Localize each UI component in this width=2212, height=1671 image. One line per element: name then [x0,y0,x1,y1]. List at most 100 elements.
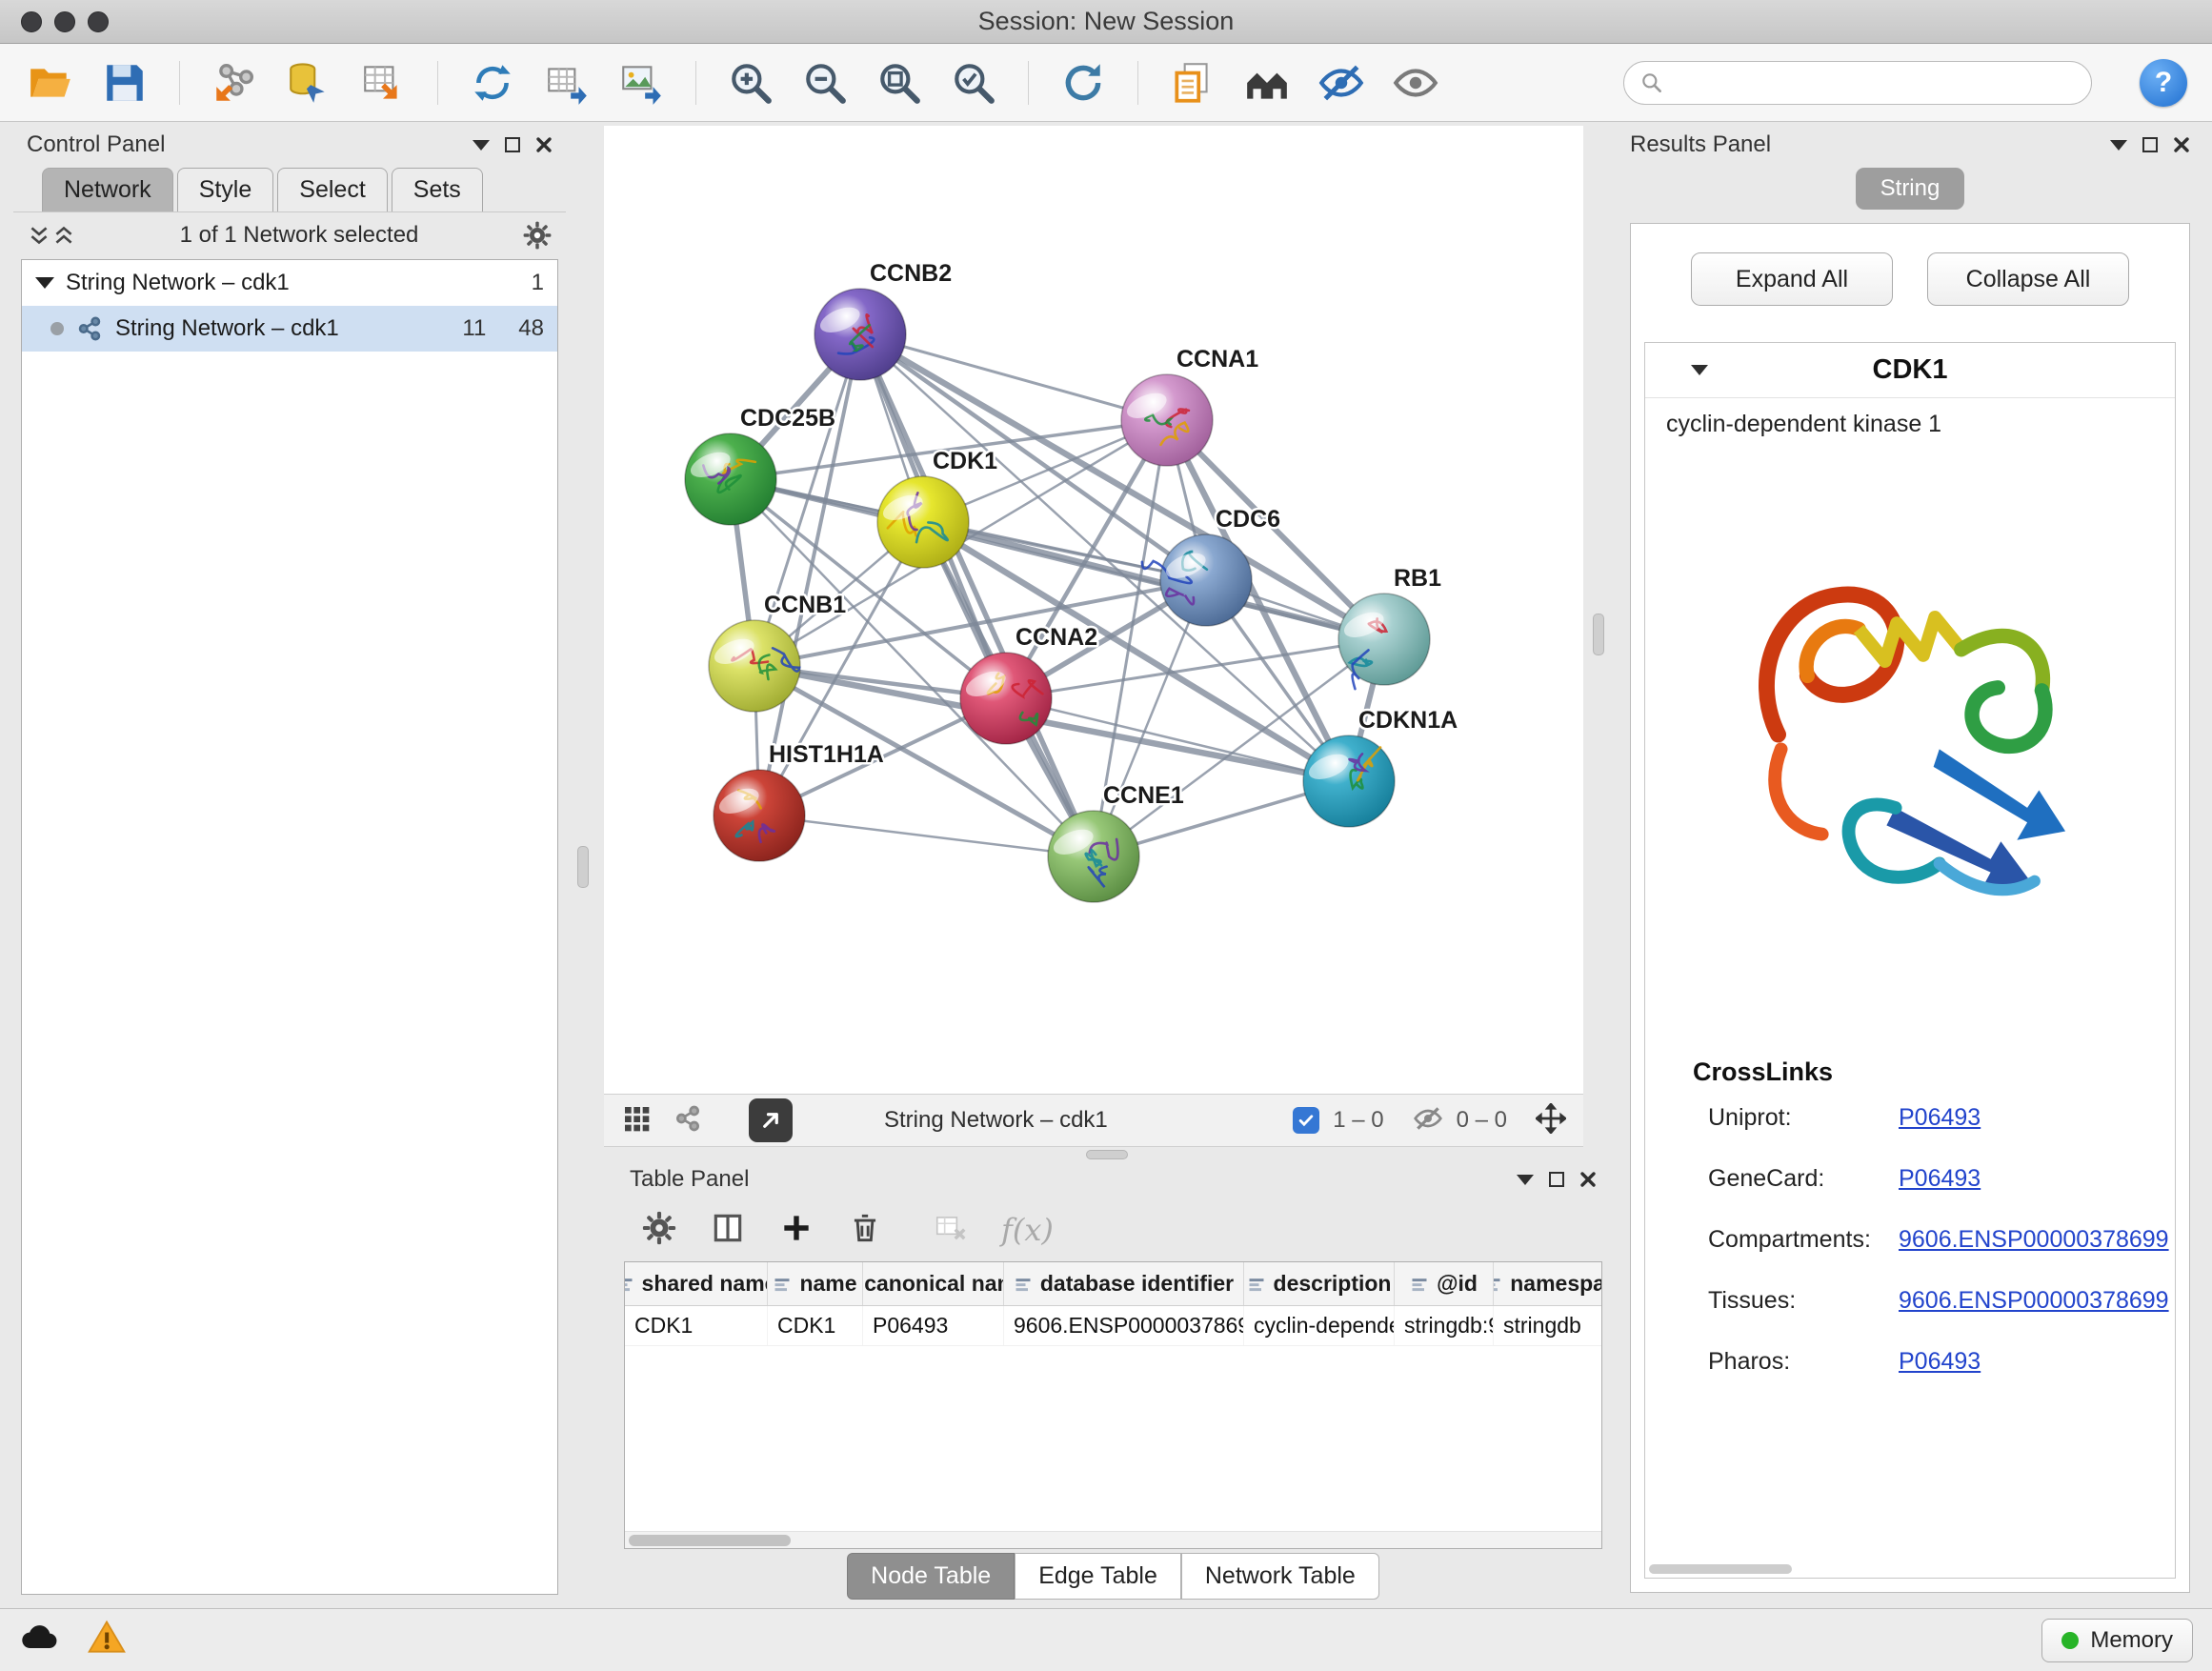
tab-style[interactable]: Style [177,168,274,211]
tab-string[interactable]: String [1856,168,1965,210]
table-row[interactable]: CDK1CDK1P064939606.ENSP00000378699cyclin… [625,1306,1601,1346]
hidden-eye-slash-icon[interactable] [1413,1103,1443,1138]
column-header-name[interactable]: name [768,1262,863,1305]
clone-network-button[interactable] [1167,57,1218,109]
collapse-all-icon[interactable] [27,223,51,248]
tab-select[interactable]: Select [277,168,387,211]
column-header-namespac[interactable]: namespac [1494,1262,1602,1305]
table-cell[interactable]: CDK1 [768,1306,863,1345]
network-collection-row[interactable]: String Network – cdk1 1 [22,260,557,306]
table-empty-area[interactable] [625,1346,1601,1531]
panel-close-icon[interactable] [535,136,553,153]
warning-icon[interactable] [86,1617,128,1663]
import-network-database-button[interactable] [283,57,334,109]
scrollbar-thumb[interactable] [629,1535,791,1546]
crosslink-link[interactable]: P06493 [1899,1348,1981,1376]
detach-view-button[interactable] [749,1098,793,1142]
table-cell[interactable]: 9606.ENSP00000378699 [1004,1306,1244,1345]
tab-node-table[interactable]: Node Table [847,1553,1015,1600]
column-header-database-identifier[interactable]: database identifier [1004,1262,1244,1305]
delete-column-icon[interactable] [847,1210,883,1251]
selected-checkbox-icon[interactable] [1293,1107,1319,1134]
expand-all-icon[interactable] [51,223,76,248]
network-node-CCNE1[interactable] [1048,811,1139,902]
search-input[interactable] [1674,70,2076,96]
column-header--id[interactable]: @id [1395,1262,1494,1305]
column-header-description[interactable]: description [1244,1262,1395,1305]
network-node-HIST1H1A[interactable] [714,770,805,861]
network-node-CCNB1[interactable] [709,620,800,712]
table-settings-gear-icon[interactable] [641,1210,677,1251]
table-horizontal-scrollbar[interactable] [625,1531,1601,1548]
crosslink-link[interactable]: 9606.ENSP00000378699 [1899,1287,2169,1315]
memory-button[interactable]: Memory [2041,1619,2193,1662]
south-splitter-handle[interactable] [1086,1150,1128,1159]
expand-all-button[interactable]: Expand All [1691,252,1893,306]
network-node-RB1[interactable] [1338,594,1430,689]
tab-network[interactable]: Network [42,168,173,211]
panel-collapse-icon[interactable] [1517,1175,1534,1185]
table-cell[interactable]: cyclin-dependent ... [1244,1306,1395,1345]
network-node-CCNA1[interactable] [1121,374,1213,466]
tree-expand-icon[interactable] [35,277,54,289]
panel-float-icon[interactable] [1549,1172,1564,1187]
gene-section-header[interactable]: CDK1 [1645,343,2175,398]
panel-close-icon[interactable] [1579,1171,1597,1188]
crosslink-link[interactable]: P06493 [1899,1165,1981,1193]
collapse-all-button[interactable]: Collapse All [1927,252,2129,306]
zoom-in-button[interactable] [725,57,776,109]
open-session-button[interactable] [25,57,76,109]
export-image-button[interactable] [615,57,667,109]
tab-sets[interactable]: Sets [392,168,483,211]
close-window-button[interactable] [21,11,42,32]
panel-close-icon[interactable] [2173,136,2190,153]
table-cell[interactable]: CDK1 [625,1306,768,1345]
results-scrollbar[interactable] [1649,1564,1792,1574]
network-node-CDK1[interactable] [877,476,969,568]
cloud-icon[interactable] [19,1617,61,1663]
section-collapse-icon[interactable] [1691,365,1708,375]
select-columns-icon[interactable] [710,1210,746,1251]
import-table-button[interactable] [357,57,409,109]
column-header-canonical-name[interactable]: canonical name [863,1262,1004,1305]
column-header-shared-name[interactable]: shared name [625,1262,768,1305]
panel-collapse-icon[interactable] [473,140,490,151]
export-table-button[interactable] [541,57,593,109]
pan-crosshair-icon[interactable] [1536,1103,1566,1138]
minimize-window-button[interactable] [54,11,75,32]
network-share-icon[interactable] [673,1103,703,1138]
zoom-selected-button[interactable] [948,57,999,109]
table-cell[interactable]: P06493 [863,1306,1004,1345]
network-canvas[interactable]: CCNB2CCNA1CDC25BCDK1CDC6RB1CCNB1CCNA2CDK… [604,126,1583,1094]
network-node-CCNA2[interactable] [960,653,1052,744]
east-splitter-handle[interactable] [1593,614,1604,655]
panel-float-icon[interactable] [2142,137,2158,152]
hide-selected-button[interactable] [1316,57,1367,109]
panel-float-icon[interactable] [505,137,520,152]
crosslink-link[interactable]: P06493 [1899,1104,1981,1132]
zoom-window-button[interactable] [88,11,109,32]
zoom-out-button[interactable] [799,57,851,109]
table-cell[interactable]: stringdb [1494,1306,1602,1345]
show-all-button[interactable] [1390,57,1441,109]
import-network-file-button[interactable] [209,57,260,109]
network-node-CDKN1A[interactable] [1303,735,1395,827]
add-column-icon[interactable] [778,1210,814,1251]
network-edge-CCNB2-CCNE1[interactable] [860,334,1094,856]
gear-icon[interactable] [522,220,553,251]
network-graph[interactable]: CCNB2CCNA1CDC25BCDK1CDC6RB1CCNB1CCNA2CDK… [604,126,1583,1094]
function-builder-icon[interactable]: f(x) [1001,1212,1054,1248]
save-session-button[interactable] [99,57,151,109]
tab-network-table[interactable]: Network Table [1181,1553,1379,1600]
grid-view-icon[interactable] [621,1103,652,1138]
help-button[interactable]: ? [2140,59,2187,107]
tab-edge-table[interactable]: Edge Table [1015,1553,1181,1600]
network-node-CCNB2[interactable] [814,289,906,380]
table-cell[interactable]: stringdb:9... [1395,1306,1494,1345]
new-network-button[interactable] [467,57,518,109]
crosslink-link[interactable]: 9606.ENSP00000378699 [1899,1226,2169,1254]
birdseye-view-button[interactable] [1241,57,1293,109]
network-node-CDC25B[interactable] [685,433,776,525]
west-splitter-handle[interactable] [577,846,589,888]
zoom-fit-button[interactable] [874,57,925,109]
